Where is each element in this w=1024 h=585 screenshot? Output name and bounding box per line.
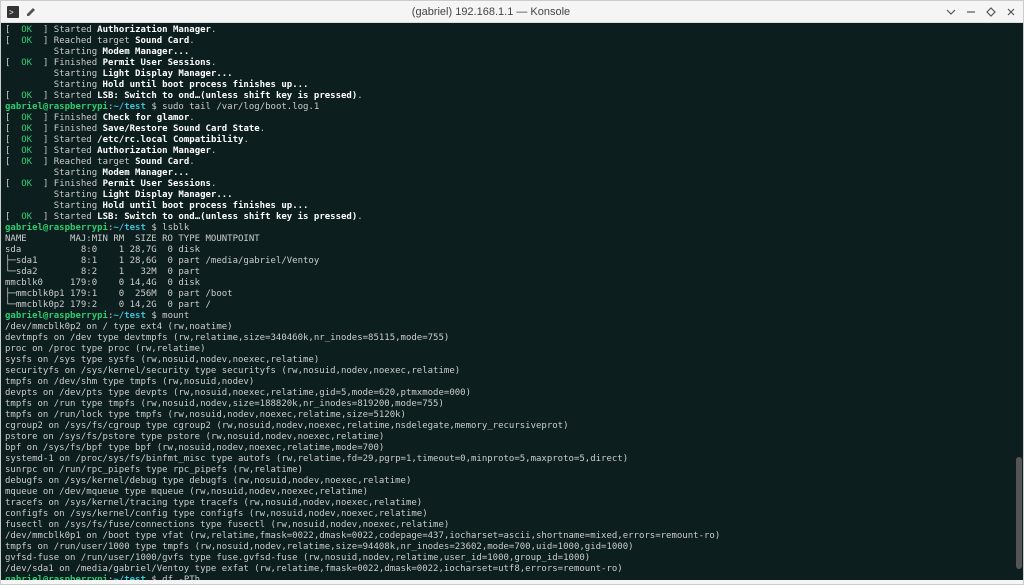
minimize-button[interactable] (965, 6, 977, 18)
terminal-line: └─sda2 8:2 1 32M 0 part (5, 267, 1019, 278)
terminal-line: [ OK ] Finished Permit User Sessions. (5, 58, 1019, 69)
terminal-line: [ OK ] Finished Check for glamor. (5, 113, 1019, 124)
konsole-window: > (gabriel) 192.168.1.1 — Konsole [ OK ]… (0, 0, 1024, 585)
terminal-line: mqueue on /dev/mqueue type mqueue (rw,no… (5, 487, 1019, 498)
titlebar-left: > (7, 6, 37, 18)
terminal-line: [ OK ] Reached target Sound Card. (5, 157, 1019, 168)
terminal-line: configfs on /sys/kernel/config type conf… (5, 509, 1019, 520)
terminal-line: tracefs on /sys/kernel/tracing type trac… (5, 498, 1019, 509)
terminal-line: [ OK ] Finished Permit User Sessions. (5, 179, 1019, 190)
maximize-button[interactable] (985, 6, 997, 18)
scrollbar-track[interactable] (1015, 23, 1023, 580)
terminal-line: gabriel@raspberrypi:~/test $ lsblk (5, 223, 1019, 234)
terminal-line: securityfs on /sys/kernel/security type … (5, 366, 1019, 377)
footer-bar (1, 580, 1023, 584)
terminal-line: fusectl on /sys/fs/fuse/connections type… (5, 520, 1019, 531)
terminal-line: cgroup2 on /sys/fs/cgroup type cgroup2 (… (5, 421, 1019, 432)
terminal-line: tmpfs on /run type tmpfs (rw,nosuid,node… (5, 399, 1019, 410)
terminal-line: systemd-1 on /proc/sys/fs/binfmt_misc ty… (5, 454, 1019, 465)
terminal-line: sunrpc on /run/rpc_pipefs type rpc_pipef… (5, 465, 1019, 476)
terminal-line: [ OK ] Finished Save/Restore Sound Card … (5, 124, 1019, 135)
terminal-line: [ OK ] Started LSB: Switch to ond…(unles… (5, 212, 1019, 223)
scrollbar-thumb[interactable] (1016, 457, 1022, 568)
terminal-line: ├─mmcblk0p1 179:1 0 256M 0 part /boot (5, 289, 1019, 300)
terminal-line: Starting Light Display Manager... (5, 69, 1019, 80)
terminal-line: └─mmcblk0p2 179:2 0 14,2G 0 part / (5, 300, 1019, 311)
terminal-line: Starting Light Display Manager... (5, 190, 1019, 201)
terminal-line: debugfs on /sys/kernel/debug type debugf… (5, 476, 1019, 487)
terminal-line: [ OK ] Started Authorization Manager. (5, 25, 1019, 36)
terminal-line: bpf on /sys/fs/bpf type bpf (rw,nosuid,n… (5, 443, 1019, 454)
terminal-line: gabriel@raspberrypi:~/test $ df -PTh (5, 575, 1019, 580)
terminal-line: gabriel@raspberrypi:~/test $ sudo tail /… (5, 102, 1019, 113)
dropdown-icon[interactable] (945, 6, 957, 18)
window-title: (gabriel) 192.168.1.1 — Konsole (37, 6, 945, 18)
terminal-line: proc on /proc type proc (rw,relatime) (5, 344, 1019, 355)
app-icon: > (7, 6, 19, 18)
titlebar[interactable]: > (gabriel) 192.168.1.1 — Konsole (1, 1, 1023, 23)
terminal-line: /dev/sda1 on /media/gabriel/Ventoy type … (5, 564, 1019, 575)
edit-icon[interactable] (25, 6, 37, 18)
terminal-line: tmpfs on /run/lock type tmpfs (rw,nosuid… (5, 410, 1019, 421)
terminal-line: mmcblk0 179:0 0 14,4G 0 disk (5, 278, 1019, 289)
terminal-line: tmpfs on /dev/shm type tmpfs (rw,nosuid,… (5, 377, 1019, 388)
terminal-line: NAME MAJ:MIN RM SIZE RO TYPE MOUNTPOINT (5, 234, 1019, 245)
terminal-line: [ OK ] Reached target Sound Card. (5, 36, 1019, 47)
window-controls (945, 6, 1017, 18)
terminal-line: devpts on /dev/pts type devpts (rw,nosui… (5, 388, 1019, 399)
terminal-line: [ OK ] Started LSB: Switch to ond…(unles… (5, 91, 1019, 102)
terminal-line: sysfs on /sys type sysfs (rw,nosuid,node… (5, 355, 1019, 366)
terminal-line: devtmpfs on /dev type devtmpfs (rw,relat… (5, 333, 1019, 344)
terminal-line: [ OK ] Started Authorization Manager. (5, 146, 1019, 157)
terminal-line: /dev/mmcblk0p1 on /boot type vfat (rw,re… (5, 531, 1019, 542)
svg-text:>: > (9, 8, 14, 17)
terminal-line: pstore on /sys/fs/pstore type pstore (rw… (5, 432, 1019, 443)
terminal-line: tmpfs on /run/user/1000 type tmpfs (rw,n… (5, 542, 1019, 553)
terminal-line: Starting Modem Manager... (5, 47, 1019, 58)
terminal-line: /dev/mmcblk0p2 on / type ext4 (rw,noatim… (5, 322, 1019, 333)
terminal-line: Starting Hold until boot process finishe… (5, 80, 1019, 91)
terminal-line: Starting Modem Manager... (5, 168, 1019, 179)
terminal-output[interactable]: [ OK ] Started Authorization Manager.[ O… (1, 23, 1023, 580)
terminal-line: Starting Hold until boot process finishe… (5, 201, 1019, 212)
close-button[interactable] (1005, 6, 1017, 18)
terminal-line: [ OK ] Started /etc/rc.local Compatibili… (5, 135, 1019, 146)
terminal-line: sda 8:0 1 28,7G 0 disk (5, 245, 1019, 256)
terminal-line: gabriel@raspberrypi:~/test $ mount (5, 311, 1019, 322)
terminal-line: ├─sda1 8:1 1 28,6G 0 part /media/gabriel… (5, 256, 1019, 267)
terminal-line: gvfsd-fuse on /run/user/1000/gvfs type f… (5, 553, 1019, 564)
